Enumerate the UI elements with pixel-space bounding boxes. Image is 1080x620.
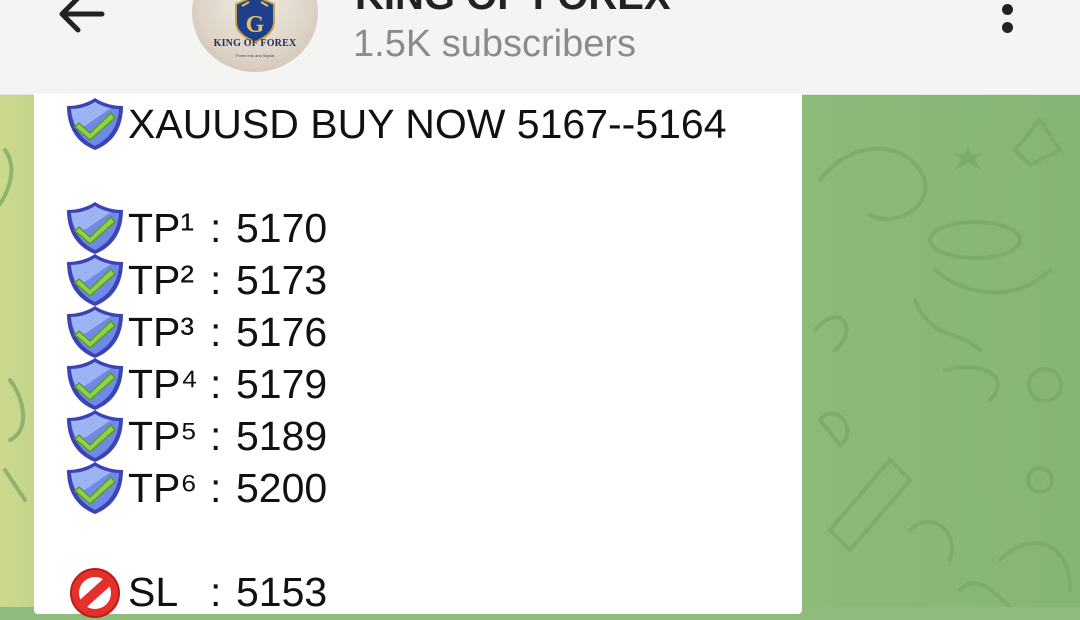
- tp-separator: :: [210, 308, 222, 355]
- shield-check-emoji-icon: [64, 460, 126, 516]
- tp-label: TP²: [128, 256, 195, 303]
- tp-value: 5173: [236, 256, 328, 303]
- stop-loss-line: SL : 5153: [64, 566, 327, 618]
- svg-text:G: G: [246, 12, 265, 38]
- take-profit-line: TP³ : 5176: [64, 306, 327, 358]
- prohibited-emoji-icon: [64, 564, 126, 620]
- shield-check-emoji-icon: [64, 356, 126, 412]
- tp-label: TP⁴: [128, 360, 199, 407]
- more-options-button[interactable]: [990, 0, 1026, 40]
- shield-check-emoji-icon: [64, 200, 126, 256]
- tp-value: 5179: [236, 360, 328, 407]
- message-bubble[interactable]: XAUUSD BUY NOW 5167--5164 TP¹ : 5170 TP²…: [34, 94, 802, 614]
- channel-header: G KING OF FOREX Forex Info and Signal KI…: [0, 0, 1080, 95]
- shield-check-emoji-icon: [64, 304, 126, 360]
- tp-value: 5170: [236, 204, 328, 251]
- channel-logo-icon: G: [235, 0, 275, 44]
- take-profit-line: TP⁴ : 5179: [64, 358, 327, 410]
- channel-avatar[interactable]: G KING OF FOREX Forex Info and Signal: [192, 0, 318, 72]
- more-vertical-icon: [1002, 4, 1013, 15]
- shield-check-emoji-icon: [64, 408, 126, 464]
- tp-separator: :: [210, 360, 222, 407]
- arrow-left-icon: [59, 0, 105, 33]
- shield-check-emoji-icon: [64, 252, 126, 308]
- channel-title[interactable]: KING OF FOREX: [355, 0, 671, 19]
- tp-separator: :: [210, 204, 222, 251]
- avatar-logo-text: KING OF FOREX: [213, 38, 297, 49]
- take-profit-line: TP⁶ : 5200: [64, 462, 327, 514]
- take-profit-line: TP¹ : 5170: [64, 202, 327, 254]
- tp-separator: :: [210, 256, 222, 303]
- signal-headline: XAUUSD BUY NOW 5167--5164: [64, 98, 727, 150]
- subscriber-count: 1.5K subscribers: [353, 23, 637, 65]
- sl-label: SL: [128, 568, 179, 615]
- headline-text: XAUUSD BUY NOW 5167--5164: [128, 100, 727, 147]
- tp-label: TP⁵: [128, 412, 198, 459]
- avatar-logo-subtext: Forex Info and Signal: [235, 53, 275, 58]
- shield-check-emoji-icon: [64, 96, 126, 152]
- take-profit-line: TP² : 5173: [64, 254, 327, 306]
- back-button[interactable]: [52, 0, 118, 38]
- tp-label: TP¹: [128, 204, 195, 251]
- sl-value: 5153: [236, 568, 328, 615]
- tp-separator: :: [210, 464, 222, 511]
- tp-value: 5189: [236, 412, 328, 459]
- tp-value: 5176: [236, 308, 328, 355]
- tp-label: TP⁶: [128, 464, 198, 511]
- take-profit-line: TP⁵ : 5189: [64, 410, 327, 462]
- tp-label: TP³: [128, 308, 195, 355]
- tp-separator: :: [210, 412, 222, 459]
- sl-separator: :: [210, 568, 222, 615]
- tp-value: 5200: [236, 464, 328, 511]
